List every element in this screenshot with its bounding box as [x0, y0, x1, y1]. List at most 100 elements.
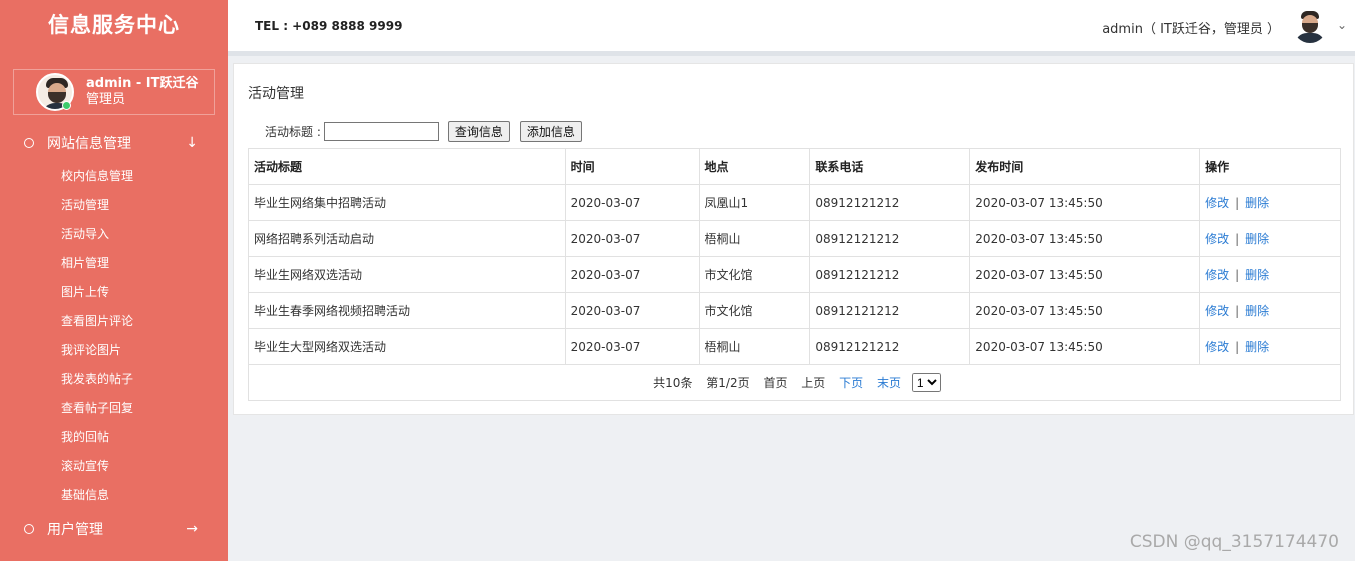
pager-first: 首页	[763, 375, 788, 390]
query-button[interactable]: 查询信息	[447, 120, 510, 142]
pager-total: 共10条	[653, 375, 693, 390]
cell-time: 2020-03-07	[564, 328, 700, 365]
cell-phone: 08912121212	[809, 328, 971, 365]
sidebar-item-activity-manage[interactable]: 活动管理	[61, 191, 133, 220]
cell-time: 2020-03-07	[564, 220, 700, 257]
watermark: CSDN @qq_3157174470	[1129, 532, 1339, 552]
cell-location: 凤凰山1	[698, 184, 811, 221]
submenu: 校内信息管理 活动管理 活动导入 相片管理 图片上传 查看图片评论 我评论图片 …	[61, 162, 133, 510]
col-phone[interactable]: 联系电话	[809, 148, 971, 185]
sidebar-item-my-image-comments[interactable]: 我评论图片	[61, 336, 133, 365]
sidebar-item-campus-info[interactable]: 校内信息管理	[61, 162, 133, 191]
menu-label: 网站信息管理	[47, 136, 131, 152]
user-avatar[interactable]	[1293, 9, 1327, 43]
cell-publish-time: 2020-03-07 13:45:50	[969, 256, 1201, 293]
cell-actions: 修改 | 删除	[1199, 292, 1341, 329]
sidebar-item-image-upload[interactable]: 图片上传	[61, 278, 133, 307]
search-label: 活动标题 :	[265, 124, 321, 139]
brand-title: 信息服务中心	[48, 13, 180, 37]
cell-phone: 08912121212	[809, 184, 971, 221]
table-row: 毕业生春季网络视频招聘活动 2020-03-07 市文化馆 0891212121…	[248, 292, 1341, 329]
col-publish-time[interactable]: 发布时间	[969, 148, 1201, 185]
delete-link[interactable]: 删除	[1245, 340, 1269, 354]
page-title: 活动管理	[248, 86, 304, 102]
table-row: 毕业生大型网络双选活动 2020-03-07 梧桐山 08912121212 2…	[248, 328, 1341, 365]
col-location[interactable]: 地点	[698, 148, 811, 185]
online-status-icon	[62, 101, 71, 110]
menu-label: 用户管理	[47, 522, 103, 538]
edit-link[interactable]: 修改	[1205, 304, 1229, 318]
separator: |	[1235, 340, 1240, 354]
sidebar-item-basic-info[interactable]: 基础信息	[61, 481, 133, 510]
topbar: TEL : +089 8888 9999 admin（ IT跃迁谷，管理员 ） …	[228, 0, 1355, 56]
table-row: 毕业生网络双选活动 2020-03-07 市文化馆 08912121212 20…	[248, 256, 1341, 293]
cell-time: 2020-03-07	[564, 292, 700, 329]
cell-publish-time: 2020-03-07 13:45:50	[969, 292, 1201, 329]
edit-link[interactable]: 修改	[1205, 268, 1229, 282]
edit-link[interactable]: 修改	[1205, 340, 1229, 354]
cell-actions: 修改 | 删除	[1199, 184, 1341, 221]
content-panel: 活动管理 活动标题 : 查询信息 添加信息 活动标题 时间 地点 联系电话 发布…	[233, 63, 1354, 415]
table-header: 活动标题 时间 地点 联系电话 发布时间 操作	[248, 148, 1341, 185]
pager-last-link[interactable]: 末页	[877, 376, 901, 390]
col-time[interactable]: 时间	[564, 148, 700, 185]
search-bar: 活动标题 : 查询信息 添加信息	[265, 120, 582, 142]
sidebar-item-view-post-replies[interactable]: 查看帖子回复	[61, 394, 133, 423]
cell-title: 毕业生网络集中招聘活动	[248, 184, 566, 221]
cell-time: 2020-03-07	[564, 184, 700, 221]
cell-publish-time: 2020-03-07 13:45:50	[969, 184, 1201, 221]
search-input[interactable]	[323, 121, 439, 141]
circle-icon	[24, 138, 34, 148]
separator: |	[1235, 268, 1240, 282]
cell-title: 网络招聘系列活动启动	[248, 220, 566, 257]
cell-location: 梧桐山	[698, 220, 811, 257]
pager-next-link[interactable]: 下页	[839, 376, 863, 390]
cell-publish-time: 2020-03-07 13:45:50	[969, 220, 1201, 257]
cell-title: 毕业生春季网络视频招聘活动	[248, 292, 566, 329]
cell-time: 2020-03-07	[564, 256, 700, 293]
table-row: 毕业生网络集中招聘活动 2020-03-07 凤凰山1 08912121212 …	[248, 184, 1341, 221]
sidebar-item-view-image-comments[interactable]: 查看图片评论	[61, 307, 133, 336]
cell-actions: 修改 | 删除	[1199, 220, 1341, 257]
delete-link[interactable]: 删除	[1245, 268, 1269, 282]
cell-location: 市文化馆	[698, 256, 811, 293]
table-row: 网络招聘系列活动启动 2020-03-07 梧桐山 08912121212 20…	[248, 220, 1341, 257]
arrow-right-icon: →	[186, 521, 198, 537]
sidebar-item-activity-import[interactable]: 活动导入	[61, 220, 133, 249]
delete-link[interactable]: 删除	[1245, 304, 1269, 318]
arrow-down-icon: ↓	[186, 135, 198, 151]
sidebar-item-photo-manage[interactable]: 相片管理	[61, 249, 133, 278]
delete-link[interactable]: 删除	[1245, 232, 1269, 246]
cell-actions: 修改 | 删除	[1199, 328, 1341, 365]
pager-row: 共10条 第1/2页 首页 上页 下页 末页 1	[248, 364, 1341, 401]
pager-page: 第1/2页	[706, 375, 750, 390]
cell-location: 市文化馆	[698, 292, 811, 329]
sidebar: 信息服务中心 admin - IT跃迁谷 管理员 网站信息管理 ↓ 校内信息管理…	[0, 0, 228, 561]
sidebar-item-scroll-promo[interactable]: 滚动宣传	[61, 452, 133, 481]
page-select[interactable]: 1	[911, 373, 941, 392]
sidebar-item-my-replies[interactable]: 我的回帖	[61, 423, 133, 452]
circle-icon	[24, 524, 34, 534]
menu-user-manage[interactable]: 用户管理 →	[0, 516, 228, 542]
edit-link[interactable]: 修改	[1205, 196, 1229, 210]
cell-phone: 08912121212	[809, 292, 971, 329]
profile-name: admin - IT跃迁谷	[86, 76, 199, 91]
pager-prev: 上页	[801, 375, 826, 390]
cell-title: 毕业生大型网络双选活动	[248, 328, 566, 365]
menu-website-info[interactable]: 网站信息管理 ↓	[0, 130, 228, 156]
user-info[interactable]: admin（ IT跃迁谷，管理员 ）	[1102, 18, 1280, 37]
col-title[interactable]: 活动标题	[248, 148, 566, 185]
profile-card: admin - IT跃迁谷 管理员	[13, 69, 215, 115]
sidebar-item-my-posts[interactable]: 我发表的帖子	[61, 365, 133, 394]
col-actions: 操作	[1199, 148, 1341, 185]
cell-publish-time: 2020-03-07 13:45:50	[969, 328, 1201, 365]
cell-location: 梧桐山	[698, 328, 811, 365]
edit-link[interactable]: 修改	[1205, 232, 1229, 246]
separator: |	[1235, 304, 1240, 318]
cell-actions: 修改 | 删除	[1199, 256, 1341, 293]
separator: |	[1235, 196, 1240, 210]
chevron-down-icon[interactable]: ⌄	[1337, 18, 1347, 32]
delete-link[interactable]: 删除	[1245, 196, 1269, 210]
profile-role: 管理员	[86, 92, 126, 107]
add-button[interactable]: 添加信息	[519, 120, 582, 142]
